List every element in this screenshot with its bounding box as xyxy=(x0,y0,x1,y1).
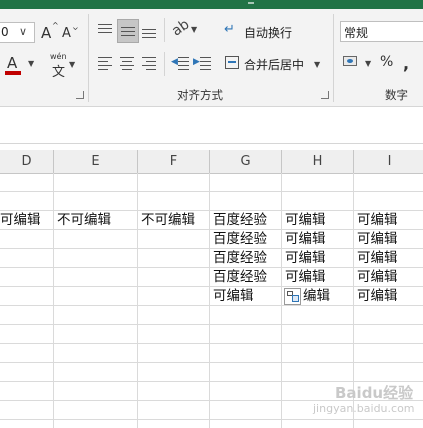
group-separator xyxy=(333,14,334,102)
watermark-logo-text: Baidu经验 xyxy=(335,384,414,402)
currency-icon xyxy=(343,56,357,66)
gridline-vertical xyxy=(281,173,282,428)
watermark-url: jingyan.baidu.com xyxy=(313,402,415,415)
column-header-f[interactable]: F xyxy=(138,150,210,173)
down-caret-icon: ^ xyxy=(72,22,79,31)
separator xyxy=(164,52,165,76)
title-bar-mark xyxy=(248,2,254,4)
wrap-text-button[interactable]: ↵ 自动换行 xyxy=(224,21,324,43)
formula-bar-area xyxy=(0,107,423,143)
gridline-horizontal xyxy=(0,305,423,306)
decrease-font-icon: A xyxy=(62,26,71,41)
comma-style-button[interactable]: , xyxy=(403,54,409,73)
gridline-vertical xyxy=(209,173,210,428)
dropdown-arrow-icon[interactable]: ▼ xyxy=(365,59,371,68)
alignment-group-label: 对齐方式 xyxy=(177,88,223,102)
gridline-horizontal xyxy=(0,324,423,325)
cell-g-2[interactable]: 百度经验 xyxy=(213,230,267,248)
wrap-text-label: 自动换行 xyxy=(244,26,293,40)
font-color-icon: A xyxy=(7,54,18,72)
cell-h-2[interactable]: 可编辑 xyxy=(285,230,326,248)
cell-g-1[interactable]: 百度经验 xyxy=(213,211,267,229)
align-right-button[interactable] xyxy=(140,54,158,72)
increase-font-icon: A xyxy=(41,24,52,42)
number-format-value: 常规 xyxy=(344,26,369,40)
percent-button[interactable]: % xyxy=(380,54,393,70)
decrease-indent-button[interactable]: ◀ xyxy=(171,54,190,72)
gridline-horizontal xyxy=(0,343,423,344)
dropdown-arrow-icon[interactable]: ▼ xyxy=(314,60,320,69)
cell-h-4[interactable]: 可编辑 xyxy=(285,268,326,286)
font-dialog-launcher-icon[interactable] xyxy=(76,91,84,99)
cell-i-3[interactable]: 可编辑 xyxy=(357,249,398,267)
cell-i-2[interactable]: 可编辑 xyxy=(357,230,398,248)
font-color-swatch xyxy=(5,71,21,75)
alignment-dialog-launcher-icon[interactable] xyxy=(321,91,329,99)
align-center-button[interactable] xyxy=(118,54,136,72)
column-header-d[interactable]: D xyxy=(0,150,54,173)
font-size-combo[interactable]: 0 ∨ xyxy=(0,22,35,43)
arrow-left-icon: ◀ xyxy=(171,57,178,67)
gridline-horizontal xyxy=(0,191,423,192)
orientation-button[interactable]: ab ▼ xyxy=(169,16,200,42)
cell-d-1[interactable]: 可编辑 xyxy=(0,211,41,229)
middle-align-button[interactable] xyxy=(117,19,139,43)
cell-g-3[interactable]: 百度经验 xyxy=(213,249,267,267)
increase-indent-button[interactable]: ▶ xyxy=(193,54,212,72)
phonetic-pinyin: wén xyxy=(50,52,67,61)
merge-center-label: 合并后居中 xyxy=(244,58,305,72)
merge-center-button[interactable]: 合并后居中 ▼ xyxy=(224,53,328,75)
dropdown-arrow-icon[interactable]: ▼ xyxy=(191,25,197,34)
group-separator xyxy=(88,14,89,102)
gridline-horizontal xyxy=(0,362,423,363)
dropdown-arrow-icon[interactable]: ▼ xyxy=(69,60,75,69)
orientation-icon: ab xyxy=(168,16,193,40)
separator xyxy=(164,18,165,42)
cell-f-1[interactable]: 不可编辑 xyxy=(141,211,195,229)
gridline-horizontal xyxy=(0,419,423,420)
column-header-h[interactable]: H xyxy=(282,150,354,173)
increase-font-button[interactable]: A ^ xyxy=(40,21,59,42)
cell-e-1[interactable]: 不可编辑 xyxy=(57,211,111,229)
merge-cells-icon xyxy=(225,56,239,69)
paste-options-button[interactable] xyxy=(284,288,301,305)
cell-i-4[interactable]: 可编辑 xyxy=(357,268,398,286)
phonetic-icon: 文 xyxy=(52,65,66,80)
chevron-down-icon[interactable]: ∨ xyxy=(19,25,27,38)
font-color-button[interactable]: A ▼ xyxy=(4,53,38,77)
up-caret-icon: ^ xyxy=(52,21,59,30)
accounting-format-button[interactable]: ▼ xyxy=(341,53,373,75)
cell-g-5[interactable]: 可编辑 xyxy=(213,287,254,305)
title-bar xyxy=(0,0,423,9)
formula-bar-divider xyxy=(0,143,423,144)
cell-g-4[interactable]: 百度经验 xyxy=(213,268,267,286)
number-format-combo[interactable]: 常规 xyxy=(340,21,423,42)
column-header-e[interactable]: E xyxy=(54,150,138,173)
column-header-g[interactable]: G xyxy=(210,150,282,173)
cell-i-1[interactable]: 可编辑 xyxy=(357,211,398,229)
arrow-right-icon: ▶ xyxy=(193,57,200,67)
gridline-vertical xyxy=(53,173,54,428)
number-group-label: 数字 xyxy=(385,88,408,102)
phonetic-guide-button[interactable]: wén 文 ▼ xyxy=(47,52,77,80)
dropdown-arrow-icon[interactable]: ▼ xyxy=(28,59,34,68)
watermark: Baidu经验 xyxy=(335,382,413,403)
cell-i-5[interactable]: 可编辑 xyxy=(357,287,398,305)
cell-h-5[interactable]: 编辑 xyxy=(303,287,330,305)
font-size-value: 0 xyxy=(1,25,9,39)
cell-h-3[interactable]: 可编辑 xyxy=(285,249,326,267)
top-align-button[interactable] xyxy=(96,20,114,40)
decrease-font-button[interactable]: A ^ xyxy=(61,22,79,42)
gridline-vertical xyxy=(137,173,138,428)
align-left-button[interactable] xyxy=(96,54,114,72)
wrap-text-icon: ↵ xyxy=(224,22,235,37)
bottom-align-button[interactable] xyxy=(140,20,158,40)
cell-h-1[interactable]: 可编辑 xyxy=(285,211,326,229)
column-header-i[interactable]: I xyxy=(354,150,423,173)
